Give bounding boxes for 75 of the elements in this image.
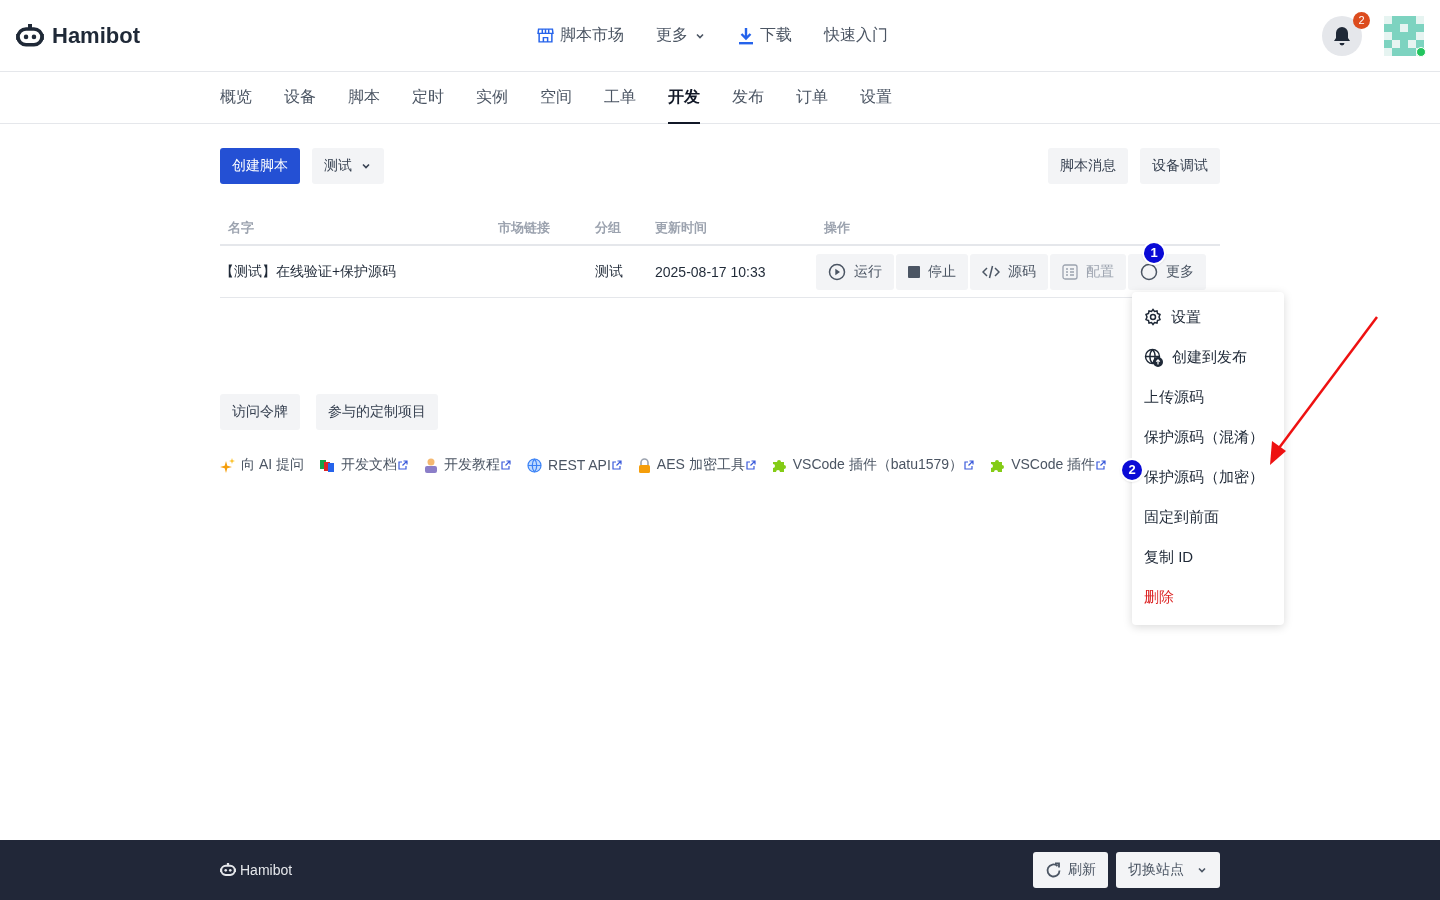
person-icon xyxy=(424,457,438,473)
stop-icon xyxy=(908,265,920,278)
bell-icon xyxy=(1333,25,1351,46)
column-header: 名字 xyxy=(228,219,255,237)
resource-link[interactable]: VSCode 插件（batu1579） xyxy=(771,456,975,474)
resource-link[interactable]: 向 AI 提问 xyxy=(220,456,304,474)
resource-link[interactable]: REST API xyxy=(527,457,622,473)
form-icon xyxy=(1062,263,1078,280)
lock-icon xyxy=(637,457,651,473)
refresh-icon xyxy=(1045,861,1062,879)
nav-tab[interactable]: 开发 xyxy=(668,72,700,124)
footer-button[interactable]: 切换站点 xyxy=(1116,852,1220,888)
footer-logo-text: Hamibot xyxy=(240,862,293,878)
table-cell-text: 【测试】在线验证+保护源码 xyxy=(220,262,398,281)
menu-item[interactable]: 固定到前面 xyxy=(1144,497,1272,537)
column-header: 市场链接 xyxy=(498,219,551,237)
settings-icon xyxy=(1144,308,1162,326)
nav-link[interactable]: 快速入门 xyxy=(824,25,888,46)
menu-item[interactable]: 创建到发布 xyxy=(1144,337,1272,377)
table-cell-text: 测试 xyxy=(595,262,624,281)
resource-link[interactable]: 开发文档 xyxy=(320,456,408,474)
globe-icon xyxy=(1144,347,1163,367)
toolbar-button[interactable]: 脚本消息 xyxy=(1048,148,1128,184)
toolbar-button[interactable]: 设备调试 xyxy=(1140,148,1220,184)
books-icon xyxy=(320,458,335,472)
nav-tab[interactable]: 订单 xyxy=(796,72,828,124)
store-icon xyxy=(537,27,554,44)
menu-item[interactable]: 设置 xyxy=(1144,297,1272,337)
menu-item[interactable]: 复制 ID xyxy=(1144,537,1272,577)
nav-link[interactable]: 脚本市场 xyxy=(537,25,624,46)
notification-badge: 2 xyxy=(1353,11,1370,29)
nav-tab[interactable]: 实例 xyxy=(476,72,508,124)
action-button[interactable]: 停止 xyxy=(896,253,968,290)
nav-link[interactable]: 下载 xyxy=(738,25,792,46)
create-script-button[interactable]: 创建脚本 xyxy=(220,148,300,184)
sparkle-icon xyxy=(220,457,235,473)
secondary-button[interactable]: 参与的定制项目 xyxy=(316,394,438,430)
menu-item[interactable]: 删除 xyxy=(1144,577,1272,617)
code-icon xyxy=(982,264,1000,279)
nav-tab[interactable]: 设置 xyxy=(860,72,892,124)
nav-tab[interactable]: 空间 xyxy=(540,72,572,124)
secondary-button[interactable]: 访问令牌 xyxy=(220,394,300,430)
nav-link[interactable]: 更多 xyxy=(656,25,706,46)
group-filter-dropdown[interactable]: 测试 xyxy=(312,148,384,184)
nav-tab[interactable]: 定时 xyxy=(412,72,444,124)
nav-tab[interactable]: 概览 xyxy=(220,72,252,124)
menu-item[interactable]: 保护源码（混淆） xyxy=(1144,417,1272,457)
step-marker: 2 xyxy=(1122,460,1142,480)
puzzle-icon xyxy=(771,457,787,473)
action-button[interactable]: 运行 xyxy=(816,253,894,290)
column-header: 分组 xyxy=(595,219,622,237)
resource-link[interactable]: 开发教程 xyxy=(424,456,511,474)
menu-item[interactable]: 保护源码（加密） xyxy=(1144,457,1272,497)
more-icon xyxy=(1140,262,1158,281)
download-icon xyxy=(738,26,754,45)
notification-button[interactable] xyxy=(1322,15,1362,56)
resource-link[interactable]: AES 加密工具 xyxy=(637,456,756,474)
globe-icon xyxy=(527,457,542,473)
puzzle-icon xyxy=(990,457,1006,473)
menu-item[interactable]: 上传源码 xyxy=(1144,377,1272,417)
nav-tab[interactable]: 设备 xyxy=(284,72,316,124)
robot-logo-icon xyxy=(16,23,44,48)
nav-tab[interactable]: 工单 xyxy=(604,72,636,124)
resource-link[interactable]: VSCode 插件 xyxy=(990,456,1107,474)
logo-text: Hamibot xyxy=(52,22,140,49)
action-button[interactable]: 源码 xyxy=(970,253,1048,290)
column-header: 操作 xyxy=(824,219,851,237)
step-marker: 1 xyxy=(1144,243,1164,263)
play-icon xyxy=(828,262,846,281)
nav-tab[interactable]: 脚本 xyxy=(348,72,380,124)
column-header: 更新时间 xyxy=(655,219,708,237)
robot-logo-icon xyxy=(220,863,236,877)
nav-tab[interactable]: 发布 xyxy=(732,72,764,124)
table-cell-text: 2025-08-17 10:33 xyxy=(655,263,767,280)
footer-button[interactable]: 刷新 xyxy=(1033,852,1108,888)
